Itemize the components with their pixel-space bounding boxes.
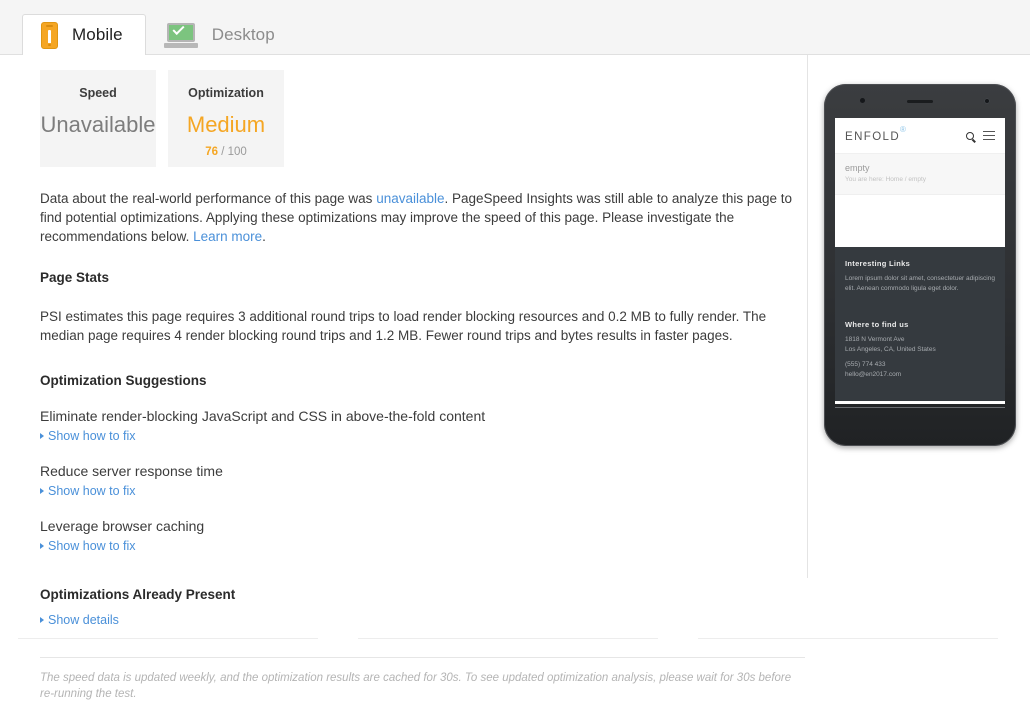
mobile-phone-warning-icon (41, 21, 58, 49)
unavailable-link[interactable]: unavailable (376, 191, 444, 206)
tab-bar: Mobile Desktop (0, 0, 1030, 56)
intro-text-1: Data about the real-world performance of… (40, 191, 377, 206)
registered-mark-icon: ® (900, 125, 908, 135)
tab-list: Mobile Desktop (22, 14, 298, 56)
optimizations-already-present-section: Optimizations Already Present Show detai… (40, 587, 805, 627)
chevron-right-icon (40, 488, 44, 494)
intro-paragraph: Data about the real-world performance of… (40, 189, 800, 246)
preview-find-heading: Where to find us (845, 320, 909, 329)
bottom-divider (18, 638, 318, 639)
suggestion-title: Reduce server response time (40, 463, 223, 479)
hamburger-menu-icon[interactable] (983, 128, 995, 143)
show-how-to-fix-button[interactable]: Show how to fix (40, 484, 136, 498)
show-how-to-fix-label: Show how to fix (48, 484, 136, 498)
speaker-grill (907, 100, 933, 103)
page-stats-text: PSI estimates this page requires 3 addit… (40, 309, 767, 343)
laptop-check-icon (163, 22, 198, 48)
results-panel: Speed Unavailable Optimization Medium 76… (40, 70, 805, 702)
preview-logo-text: ENFOLD (845, 130, 901, 143)
footer-note: The speed data is updated weekly, and th… (40, 672, 792, 700)
optimization-card-value: Medium (186, 112, 266, 137)
preview-email: hello@en2017.com (845, 370, 902, 378)
bottom-divider (358, 638, 658, 639)
panel-divider (807, 55, 808, 578)
show-how-to-fix-button[interactable]: Show how to fix (40, 539, 136, 553)
optimization-score-number: 76 (205, 146, 218, 158)
sensor-icon (984, 98, 990, 104)
score-cards: Speed Unavailable Optimization Medium 76… (40, 70, 805, 167)
page-stats-heading: Page Stats (40, 270, 110, 285)
preview-screen: ENFOLD® empty You are here: Home / empty… (835, 118, 1005, 404)
preview-header-icons (966, 128, 995, 143)
learn-more-link[interactable]: Learn more (193, 229, 262, 244)
speed-card-value: Unavailable (40, 112, 156, 137)
search-icon[interactable] (966, 131, 974, 140)
show-details-button[interactable]: Show details (40, 613, 119, 627)
show-details-label: Show details (48, 613, 119, 627)
show-how-to-fix-label: Show how to fix (48, 539, 136, 553)
tab-mobile[interactable]: Mobile (22, 14, 146, 56)
preview-links-heading: Interesting Links (845, 259, 911, 268)
intro-text-3: . (262, 229, 266, 244)
show-how-to-fix-button[interactable]: Show how to fix (40, 429, 136, 443)
tab-desktop[interactable]: Desktop (145, 14, 298, 55)
preview-phone-number: (555) 774 433 (845, 361, 886, 368)
speed-score-card: Speed Unavailable (40, 70, 156, 167)
speed-card-title: Speed (79, 86, 117, 100)
preview-site-footer: Interesting Links Lorem ipsum dolor sit … (835, 247, 1005, 401)
optimization-score-card: Optimization Medium 76 / 100 (168, 70, 284, 167)
preview-address-line2: Los Angeles, CA, United States (845, 345, 936, 353)
suggestion-item: Eliminate render-blocking JavaScript and… (40, 408, 805, 443)
optimizations-already-present-heading: Optimizations Already Present (40, 587, 236, 602)
tab-desktop-label: Desktop (211, 25, 275, 44)
home-indicator (835, 407, 1005, 408)
preview-address-line1: 1818 N Vermont Ave (845, 336, 905, 343)
footer-divider (40, 657, 805, 658)
preview-logo: ENFOLD® (845, 125, 908, 143)
tab-mobile-label: Mobile (72, 25, 123, 44)
mobile-preview-device: ENFOLD® empty You are here: Home / empty… (824, 84, 1016, 446)
bottom-divider (698, 638, 998, 639)
optimization-card-title: Optimization (188, 86, 264, 100)
camera-icon (860, 98, 865, 103)
suggestion-item: Reduce server response time Show how to … (40, 463, 805, 498)
preview-content-area (835, 195, 1005, 247)
suggestion-title: Eliminate render-blocking JavaScript and… (40, 408, 486, 424)
breadcrumb: You are here: Home / empty (845, 176, 927, 183)
preview-page-title: empty (845, 163, 870, 173)
suggestion-item: Leverage browser caching Show how to fix (40, 518, 805, 553)
show-how-to-fix-label: Show how to fix (48, 429, 136, 443)
optimization-score-total: / 100 (221, 146, 247, 158)
optimization-suggestions-heading: Optimization Suggestions (40, 373, 207, 388)
suggestion-title: Leverage browser caching (40, 518, 205, 534)
preview-links-text: Lorem ipsum dolor sit amet, consectetuer… (845, 275, 995, 292)
preview-breadcrumb-bar: empty You are here: Home / empty (835, 154, 1005, 195)
chevron-right-icon (40, 433, 44, 439)
chevron-right-icon (40, 617, 44, 623)
preview-site-header: ENFOLD® (835, 118, 1005, 154)
chevron-right-icon (40, 543, 44, 549)
optimization-card-score: 76 / 100 (205, 146, 247, 158)
